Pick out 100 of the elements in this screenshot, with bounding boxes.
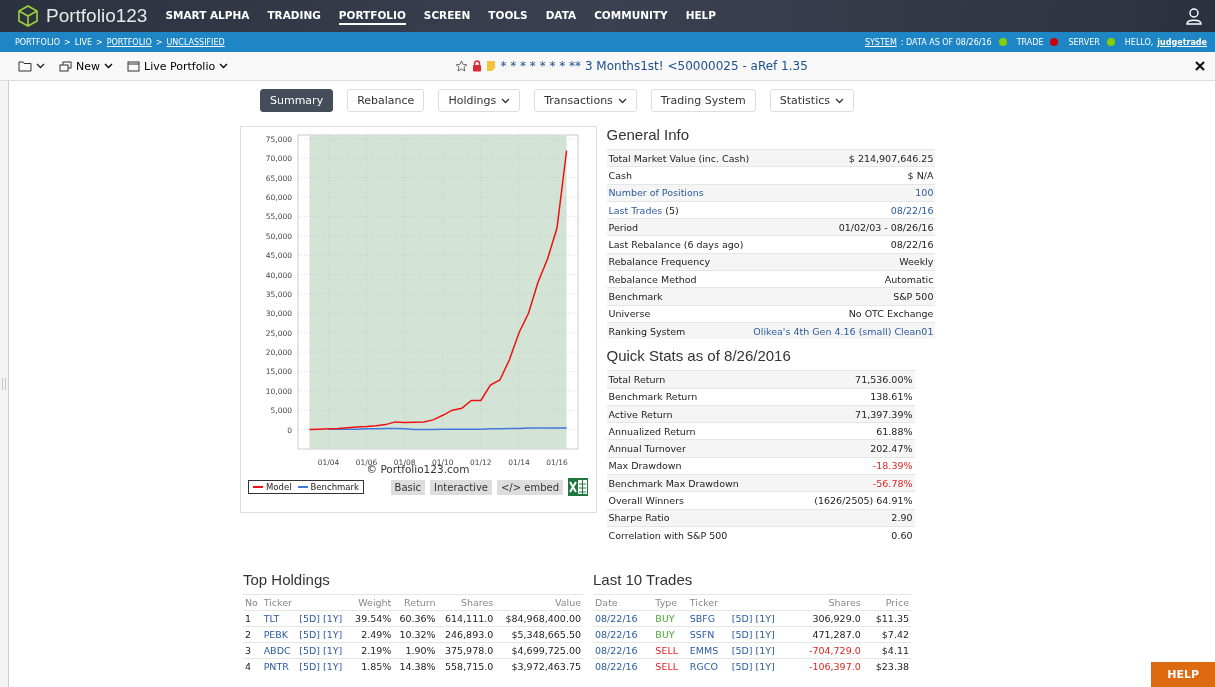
user-icon[interactable] — [1185, 7, 1203, 25]
status-label: : DATA AS OF 08/26/16 — [900, 37, 992, 47]
info-label: Benchmark — [606, 287, 752, 306]
table-cell: $23.38 — [862, 658, 911, 675]
new-menu[interactable]: New — [59, 59, 113, 73]
trade-type: SELL — [653, 642, 688, 659]
info-label: Total Market Value (inc. Cash) — [606, 149, 752, 167]
spreadsheet-icon[interactable] — [568, 478, 588, 496]
info-label[interactable]: Number of Positions — [606, 184, 752, 202]
chart-links[interactable]: [5D] [1Y] — [297, 658, 349, 675]
nav-item[interactable]: DATA — [545, 7, 577, 25]
table-cell: 2 — [243, 626, 262, 643]
tab[interactable]: Transactions — [534, 89, 637, 112]
nav-item[interactable]: SMART ALPHA — [165, 7, 250, 25]
stat-label: Correlation with S&P 500 — [606, 526, 782, 544]
system-link[interactable]: SYSTEM — [864, 37, 897, 47]
grip-icon[interactable] — [2, 378, 6, 390]
nav-item[interactable]: HELP — [685, 7, 716, 25]
window-icon — [127, 60, 140, 72]
ticker-link[interactable]: ABDC — [261, 642, 298, 659]
breadcrumb-item[interactable]: PORTFOLIO — [106, 37, 152, 47]
greeting: HELLO, — [1124, 37, 1154, 47]
info-value: 01/02/03 - 08/26/16 — [751, 218, 936, 236]
info-value: Weekly — [751, 253, 936, 271]
tab[interactable]: Trading System — [650, 89, 756, 112]
breadcrumb-item[interactable]: PORTFOLIO — [15, 37, 60, 47]
nav-item[interactable]: PORTFOLIO — [338, 7, 406, 25]
stat-label: Total Return — [606, 370, 782, 389]
ticker-link[interactable]: PNTR — [261, 658, 298, 675]
info-value[interactable]: Olikea's 4th Gen 4.16 (small) Clean01 — [751, 322, 936, 340]
info-label: Ranking System — [606, 322, 752, 340]
chart-button[interactable]: </> embed — [496, 479, 563, 495]
tab[interactable]: Statistics — [769, 89, 854, 112]
chart-links[interactable]: [5D] [1Y] — [729, 626, 791, 643]
cube-logo-icon — [16, 4, 40, 28]
tab[interactable]: Summary — [260, 89, 334, 112]
stat-value: 2.90 — [781, 509, 915, 527]
chart-links[interactable]: [5D] [1Y] — [729, 642, 791, 659]
section-heading: General Info — [606, 126, 691, 143]
nav-item[interactable]: SCREEN — [423, 7, 471, 25]
tab[interactable]: Rebalance — [347, 89, 425, 112]
stat-value: 71,536.00% — [781, 370, 915, 389]
nav-item[interactable]: TOOLS — [488, 7, 528, 25]
ticker-link[interactable]: SBFG — [687, 610, 730, 627]
nav-item[interactable]: TRADING — [267, 7, 321, 25]
stat-value: -56.78% — [781, 474, 915, 492]
date-link[interactable]: 08/22/16 — [593, 610, 654, 627]
table-cell: 2.49% — [349, 626, 394, 643]
table-cell: $84,968,400.00 — [495, 610, 583, 627]
windows-icon — [59, 60, 72, 72]
ticker-link[interactable]: TLT — [261, 610, 298, 627]
chart-links[interactable]: [5D] [1Y] — [297, 626, 349, 643]
date-link[interactable]: 08/22/16 — [593, 642, 654, 659]
trade-type: SELL — [653, 658, 688, 675]
ticker-link[interactable]: RGCO — [687, 658, 730, 675]
table-cell: 39.54% — [349, 610, 394, 627]
column-header: Value — [495, 594, 583, 611]
chart-button[interactable]: Interactive — [430, 479, 492, 495]
ticker-link[interactable]: SSFN — [687, 626, 730, 643]
table-cell: 2.19% — [349, 642, 394, 659]
ticker-link[interactable]: EMMS — [687, 642, 730, 659]
user-link[interactable]: judgetrade — [1157, 37, 1207, 47]
tab[interactable]: Holdings — [438, 89, 521, 112]
ticker-link[interactable]: PEBK — [261, 626, 298, 643]
column-header: No — [243, 594, 262, 611]
chart-links[interactable]: [5D] [1Y] — [297, 610, 349, 627]
folder-menu[interactable] — [18, 60, 45, 72]
portfolio-menu[interactable]: Live Portfolio — [127, 59, 229, 73]
breadcrumb-separator: > — [64, 37, 71, 47]
table-cell: 375,978.0 — [437, 642, 496, 659]
stat-value: 71,397.39% — [781, 405, 915, 423]
table-cell: $5,348,665.50 — [495, 626, 583, 643]
nav-item[interactable]: COMMUNITY — [594, 7, 668, 25]
chevron-down-icon — [219, 63, 229, 69]
chevron-down-icon — [501, 97, 511, 104]
chart-links[interactable]: [5D] [1Y] — [729, 658, 791, 675]
table-cell: 246,893.0 — [437, 626, 496, 643]
table-cell: 306,929.0 — [790, 610, 863, 627]
breadcrumb-item[interactable]: LIVE — [74, 37, 93, 47]
section-heading: Last 10 Trades — [593, 571, 694, 589]
column-header: Return — [393, 594, 438, 611]
chart-links[interactable]: [5D] [1Y] — [297, 642, 349, 659]
section-heading: Top Holdings — [243, 571, 331, 589]
column-header: Ticker — [261, 594, 298, 611]
table-cell: 60.36% — [393, 610, 438, 627]
date-link[interactable]: 08/22/16 — [593, 626, 654, 643]
table-cell: 1 — [243, 610, 262, 627]
info-value[interactable]: 100 — [751, 184, 936, 202]
chart-button[interactable]: Basic — [390, 479, 426, 495]
breadcrumb-item[interactable]: UNCLASSIFIED — [166, 37, 225, 47]
breadcrumb-separator: > — [96, 37, 103, 47]
column-header: Type — [653, 594, 688, 611]
status-label: SERVER — [1068, 37, 1100, 47]
date-link[interactable]: 08/22/16 — [593, 658, 654, 675]
column-header: Shares — [790, 594, 863, 611]
chart-links[interactable]: [5D] [1Y] — [729, 610, 791, 627]
close-icon[interactable] — [1195, 61, 1205, 71]
star-icon[interactable] — [455, 59, 469, 73]
brand-name[interactable]: Portfolio123 — [46, 5, 148, 27]
column-header: Ticker — [687, 594, 730, 611]
